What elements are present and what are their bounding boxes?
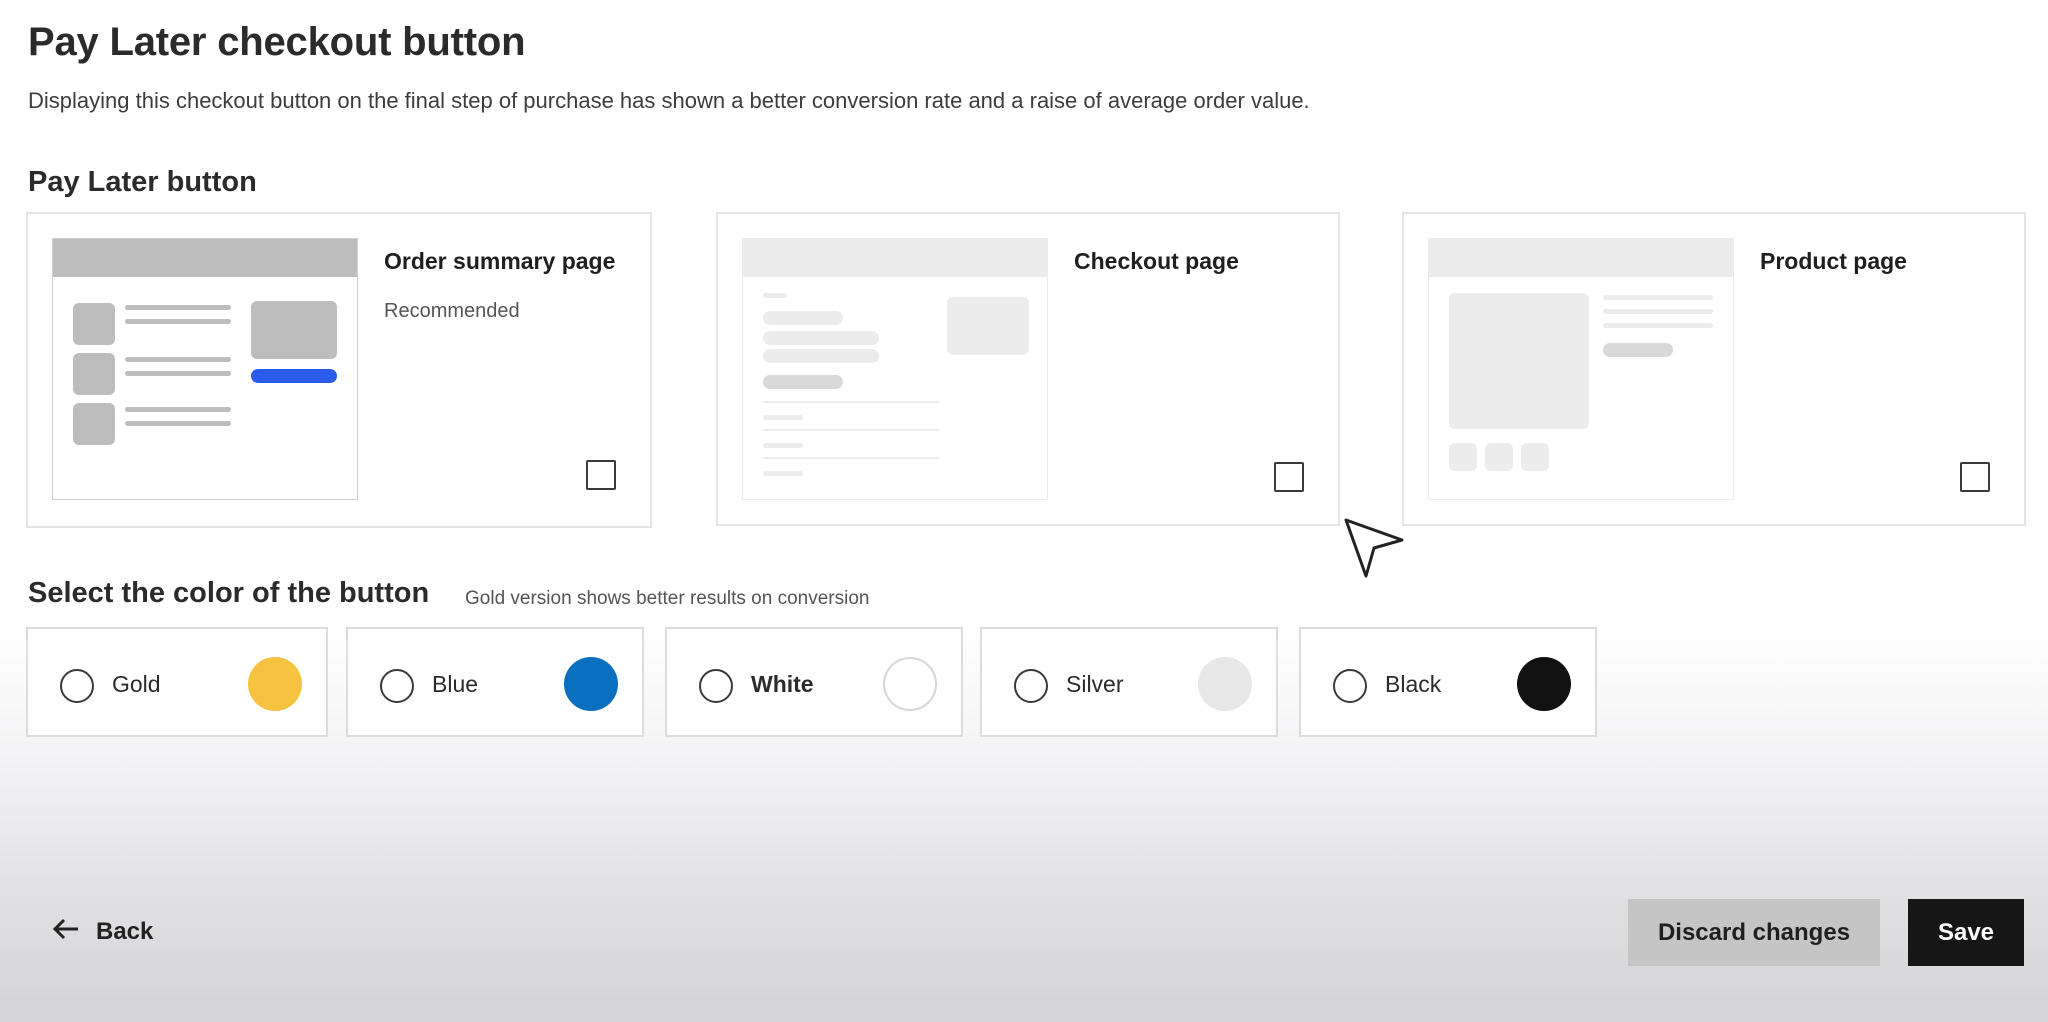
page-description: Displaying this checkout button on the f… <box>28 88 1310 113</box>
page-title: Pay Later checkout button <box>28 20 526 64</box>
mouse-pointer-icon <box>1344 518 1406 585</box>
color-option-black[interactable]: Black <box>1299 627 1597 737</box>
color-option-silver[interactable]: Silver <box>980 627 1278 737</box>
blue-swatch <box>564 657 618 711</box>
color-label: Blue <box>432 671 479 697</box>
order-summary-illustration <box>52 238 358 500</box>
checkout-illustration <box>742 238 1048 500</box>
color-label: Silver <box>1066 671 1124 697</box>
color-option-blue[interactable]: Blue <box>346 627 644 737</box>
white-swatch <box>883 657 937 711</box>
color-label: Black <box>1385 671 1442 697</box>
save-button[interactable]: Save <box>1908 899 2024 966</box>
radio-silver[interactable] <box>1014 669 1048 703</box>
radio-blue[interactable] <box>380 669 414 703</box>
checkout-checkbox[interactable] <box>1274 462 1304 492</box>
color-label: Gold <box>112 671 161 697</box>
discard-changes-button[interactable]: Discard changes <box>1628 899 1880 966</box>
color-option-white[interactable]: White <box>665 627 963 737</box>
gold-swatch <box>248 657 302 711</box>
placement-card-order-summary[interactable]: Order summary page Recommended <box>26 212 652 528</box>
color-hint: Gold version shows better results on con… <box>465 588 870 609</box>
recommended-label: Recommended <box>384 300 520 322</box>
card-title: Order summary page <box>384 248 616 274</box>
placement-section-title: Pay Later button <box>28 166 257 198</box>
product-checkbox[interactable] <box>1960 462 1990 492</box>
color-label: White <box>751 671 814 697</box>
placement-card-product[interactable]: Product page <box>1402 212 2026 526</box>
back-button[interactable]: Back <box>52 908 153 956</box>
pay-later-button-preview <box>251 369 337 383</box>
back-label: Back <box>96 918 154 945</box>
color-option-gold[interactable]: Gold <box>26 627 328 737</box>
order-summary-checkbox[interactable] <box>586 460 616 490</box>
radio-gold[interactable] <box>60 669 94 703</box>
silver-swatch <box>1198 657 1252 711</box>
arrow-left-icon <box>52 917 80 947</box>
product-illustration <box>1428 238 1734 500</box>
radio-black[interactable] <box>1333 669 1367 703</box>
radio-white[interactable] <box>699 669 733 703</box>
placement-card-checkout[interactable]: Checkout page <box>716 212 1340 526</box>
color-section-title: Select the color of the button <box>28 577 430 609</box>
card-title: Product page <box>1760 248 1907 274</box>
black-swatch <box>1517 657 1571 711</box>
card-title: Checkout page <box>1074 248 1239 274</box>
